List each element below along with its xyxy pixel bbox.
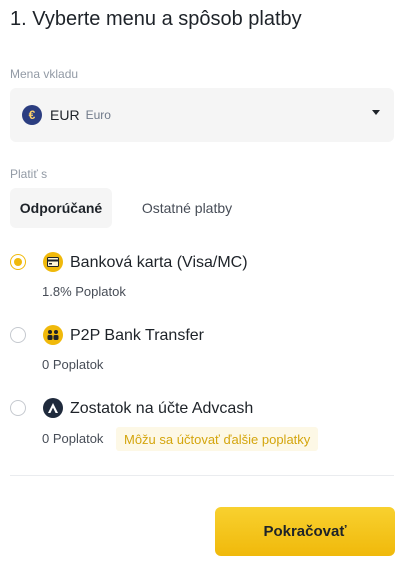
euro-symbol: € [28, 108, 36, 122]
extra-fee-notice: Môžu sa účtovať ďalšie poplatky [116, 427, 319, 451]
radio-advcash[interactable] [10, 400, 26, 416]
payment-option-title: Zostatok na účte Advcash [70, 400, 254, 417]
tab-other-payments[interactable]: Ostatné platby [126, 188, 248, 228]
advcash-icon [43, 398, 63, 418]
p2p-transfer-icon [43, 325, 63, 345]
tab-recommended[interactable]: Odporúčané [10, 188, 112, 228]
p2p-people-glyph [47, 330, 59, 340]
continue-button[interactable]: Pokračovať [215, 507, 395, 556]
payment-method-label: Platiť s [10, 167, 48, 181]
euro-icon: € [22, 105, 42, 125]
currency-label: Mena vkladu [10, 67, 79, 81]
currency-code: EUR [50, 107, 80, 123]
radio-bank-card[interactable] [10, 254, 26, 270]
payment-option-title: Banková karta (Visa/MC) [70, 254, 248, 271]
payment-option-fee: 1.8% Poplatok [42, 284, 126, 299]
currency-name: Euro [85, 108, 111, 122]
payment-option-fee: 0 Poplatok [42, 357, 104, 372]
radio-p2p[interactable] [10, 327, 26, 343]
page-title: 1. Vyberte menu a spôsob platby [10, 8, 302, 30]
caret-down-icon[interactable] [372, 110, 380, 115]
divider [10, 475, 394, 476]
payment-option-title: P2P Bank Transfer [70, 327, 204, 344]
bank-card-glyph [47, 257, 59, 267]
currency-select[interactable]: € EUR Euro [10, 88, 394, 142]
payment-option-fee: 0 Poplatok [42, 431, 104, 446]
bank-card-icon [43, 252, 63, 272]
advcash-logo-glyph [48, 403, 58, 413]
